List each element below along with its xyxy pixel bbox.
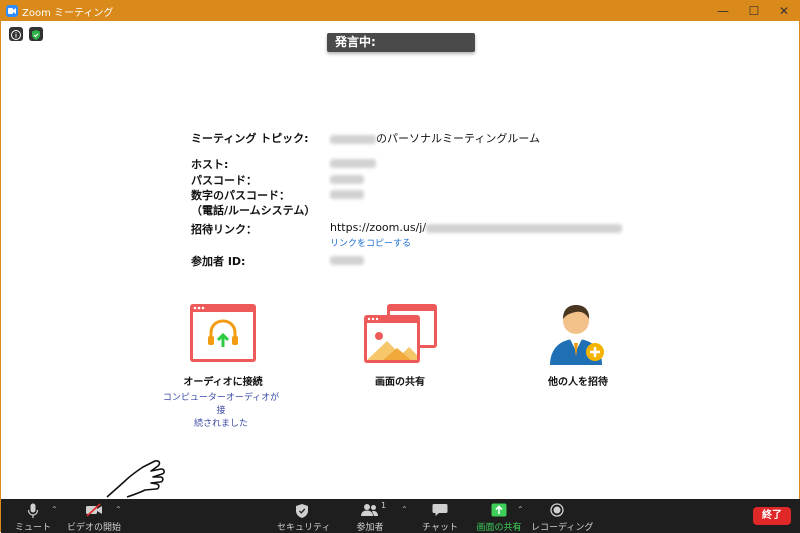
microphone-icon xyxy=(27,503,39,518)
zoom-window: Zoom ミーティング — ☐ ✕ 発言中: ミーティング トピック: のパーソ… xyxy=(0,0,800,533)
video-off-icon xyxy=(86,503,102,517)
host-label: ホスト: xyxy=(191,158,229,171)
redacted-participant-id xyxy=(330,255,364,265)
meeting-info-icon[interactable] xyxy=(9,27,23,41)
title-bar: Zoom ミーティング — ☐ ✕ xyxy=(1,1,799,21)
numeric-passcode-label: 数字のパスコード： xyxy=(191,189,290,202)
redacted-invite-url xyxy=(426,223,623,233)
join-audio-label: オーディオに接続 xyxy=(183,377,263,388)
record-icon xyxy=(550,503,564,517)
participant-id-value xyxy=(330,253,364,266)
participants-label: 参加者 xyxy=(356,523,384,533)
invite-others-label: 他の人を招待 xyxy=(548,377,608,388)
start-video-label: ビデオの開始 xyxy=(66,523,121,533)
chat-bubble-icon xyxy=(432,504,448,516)
security-shield-icon xyxy=(296,504,308,518)
redacted-numeric-passcode xyxy=(330,189,364,199)
record-button[interactable]: レコーディング xyxy=(531,499,594,533)
chat-label: チャット xyxy=(422,523,458,533)
participants-options-caret-icon[interactable]: ⌃ xyxy=(401,505,408,514)
copy-link-button[interactable]: リンクをコピーする xyxy=(330,236,411,249)
numeric-passcode-value xyxy=(330,187,364,200)
join-audio-button[interactable] xyxy=(189,303,257,367)
participant-id-label: 参加者 ID: xyxy=(191,255,246,268)
invite-link-value: https://zoom.us/j/ xyxy=(330,221,623,234)
host-value xyxy=(330,156,376,169)
redacted-name xyxy=(330,134,376,144)
invite-others-button[interactable] xyxy=(548,299,610,371)
invite-link-label: 招待リンク： xyxy=(191,223,257,236)
audio-status-line2: 続されました xyxy=(193,419,248,429)
pointer-hand-icon xyxy=(106,460,165,498)
numeric-passcode-sub: （電話/ルームシステム） xyxy=(191,204,316,217)
participants-icon xyxy=(361,504,378,516)
topic-label: ミーティング トピック: xyxy=(191,132,309,145)
audio-status-text: コンピューターオーディオが接 続されました xyxy=(161,392,281,431)
share-screen-tile-button[interactable] xyxy=(363,303,439,369)
record-label: レコーディング xyxy=(531,523,594,533)
share-options-caret-icon[interactable]: ⌃ xyxy=(517,505,524,514)
security-label: セキュリティ xyxy=(277,523,331,533)
chat-button[interactable]: チャット xyxy=(421,499,459,533)
minimize-button[interactable]: — xyxy=(708,1,738,21)
share-screen-icon xyxy=(364,304,437,363)
passcode-label: パスコード： xyxy=(191,174,257,187)
share-screen-tile-label: 画面の共有 xyxy=(375,377,425,388)
headset-icon xyxy=(190,304,256,362)
topic-suffix: のパーソナルミーティングルーム xyxy=(376,132,541,145)
window-title: Zoom ミーティング xyxy=(22,8,114,19)
meeting-toolbar: ミュート ⌃ ビデオの開始 ⌃ セキュリティ 参加者 1 ⌃ チャット 画面の共… xyxy=(1,499,800,533)
redacted-passcode xyxy=(330,174,364,184)
mute-label: ミュート xyxy=(14,523,51,533)
redacted-host xyxy=(330,158,376,168)
share-screen-toolbar-button[interactable]: 画面の共有 xyxy=(475,499,523,533)
participants-count: 1 xyxy=(381,501,387,510)
video-options-caret-icon[interactable]: ⌃ xyxy=(115,505,122,514)
zoom-logo-icon xyxy=(6,5,18,17)
security-button[interactable]: セキュリティ xyxy=(277,499,331,533)
invite-url-prefix: https://zoom.us/j/ xyxy=(330,221,427,234)
audio-options-caret-icon[interactable]: ⌃ xyxy=(51,505,58,514)
encryption-shield-icon[interactable] xyxy=(29,27,43,41)
end-meeting-button[interactable]: 終了 xyxy=(753,507,791,525)
active-speaker-banner: 発言中: xyxy=(327,33,475,52)
invite-person-icon xyxy=(550,305,604,365)
audio-status-line1: コンピューターオーディオが接 xyxy=(162,393,280,416)
share-screen-toolbar-label: 画面の共有 xyxy=(476,523,522,533)
passcode-value xyxy=(330,172,364,185)
maximize-button[interactable]: ☐ xyxy=(739,1,769,21)
topic-value: のパーソナルミーティングルーム xyxy=(330,130,540,146)
close-button[interactable]: ✕ xyxy=(769,1,799,21)
share-screen-arrow-icon xyxy=(491,503,507,517)
mute-button[interactable]: ミュート xyxy=(11,499,55,533)
